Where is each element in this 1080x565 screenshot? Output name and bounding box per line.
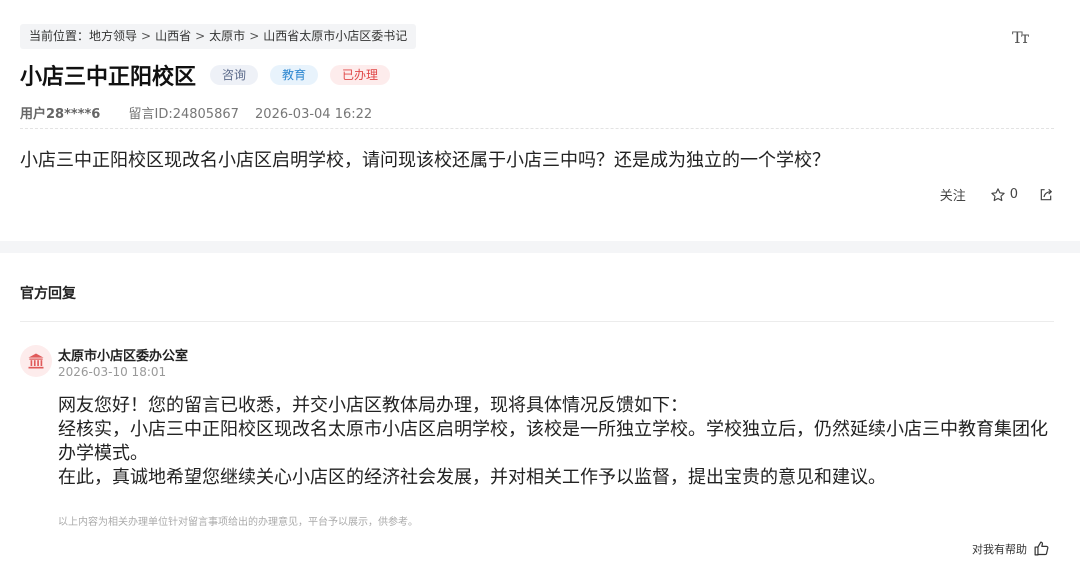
section-gap bbox=[0, 241, 1080, 253]
thumbs-up-icon bbox=[1034, 541, 1049, 556]
avatar bbox=[20, 345, 52, 377]
helpful-button[interactable]: 对我有帮助 bbox=[972, 540, 1050, 557]
post-actions: 关注 0 bbox=[940, 185, 1054, 204]
breadcrumb-separator: > bbox=[195, 29, 206, 43]
share-button[interactable] bbox=[1038, 187, 1054, 203]
reply-paragraph: 网友您好！您的留言已收悉，并交小店区教体局办理，现将具体情况反馈如下： bbox=[58, 395, 688, 416]
page-title: 小店三中正阳校区 bbox=[20, 65, 197, 90]
department-name: 太原市小店区委办公室 bbox=[58, 349, 189, 364]
breadcrumb-separator: > bbox=[249, 29, 260, 43]
question-text: 小店三中正阳校区现改名小店区启明学校，请问现该校还属于小店三中吗？还是成为独立的… bbox=[20, 150, 830, 171]
follow-button[interactable]: 关注 bbox=[940, 185, 966, 204]
tag-consult: 咨询 bbox=[210, 65, 259, 85]
title-row: 小店三中正阳校区 咨询 教育 已办理 bbox=[20, 60, 391, 90]
official-reply-heading: 官方回复 bbox=[20, 286, 76, 302]
breadcrumb-item-province[interactable]: 山西省 bbox=[155, 24, 191, 49]
divider bbox=[20, 128, 1054, 129]
post-meta: 用户28****6 留言ID:24805867 2026-03-04 16:22 bbox=[20, 103, 372, 122]
share-icon bbox=[1040, 188, 1052, 200]
font-size-icon[interactable]: Tт bbox=[1012, 28, 1029, 47]
tag-education: 教育 bbox=[270, 65, 319, 85]
government-building-icon bbox=[28, 353, 44, 369]
post-datetime: 2026-03-04 16:22 bbox=[255, 107, 373, 122]
divider bbox=[20, 321, 1054, 322]
helpful-label: 对我有帮助 bbox=[972, 542, 1027, 556]
breadcrumb-prefix: 当前位置： bbox=[29, 29, 90, 43]
breadcrumb-separator: > bbox=[141, 29, 152, 43]
like-count: 0 bbox=[1009, 187, 1018, 202]
like-button[interactable]: 0 bbox=[990, 187, 1018, 203]
reply-time: 2026-03-10 18:01 bbox=[58, 365, 167, 379]
breadcrumb-item-local-leaders[interactable]: 地方领导 bbox=[89, 24, 137, 49]
message-id: 留言ID:24805867 bbox=[128, 107, 239, 122]
reply-paragraph: 在此，真诚地希望您继续关心小店区的经济社会发展，并对相关工作予以监督，提出宝贵的… bbox=[58, 467, 886, 488]
status-badge: 已办理 bbox=[330, 65, 391, 85]
breadcrumb-item-leader[interactable]: 山西省太原市小店区委书记 bbox=[263, 24, 407, 49]
star-icon bbox=[991, 187, 1005, 201]
post-user: 用户28****6 bbox=[20, 107, 101, 122]
disclaimer: 以上内容为相关办理单位针对留言事项给出的办理意见，平台予以展示，供参考。 bbox=[58, 517, 418, 528]
breadcrumb-item-city[interactable]: 太原市 bbox=[209, 24, 245, 49]
breadcrumb: 当前位置：地方领导 > 山西省 > 太原市 > 山西省太原市小店区委书记 bbox=[20, 24, 417, 49]
reply-body: 网友您好！您的留言已收悉，并交小店区教体局办理，现将具体情况反馈如下： 经核实，… bbox=[58, 394, 1058, 490]
reply-paragraph: 经核实，小店三中正阳校区现改名太原市小店区启明学校，该校是一所独立学校。学校独立… bbox=[58, 419, 1048, 464]
